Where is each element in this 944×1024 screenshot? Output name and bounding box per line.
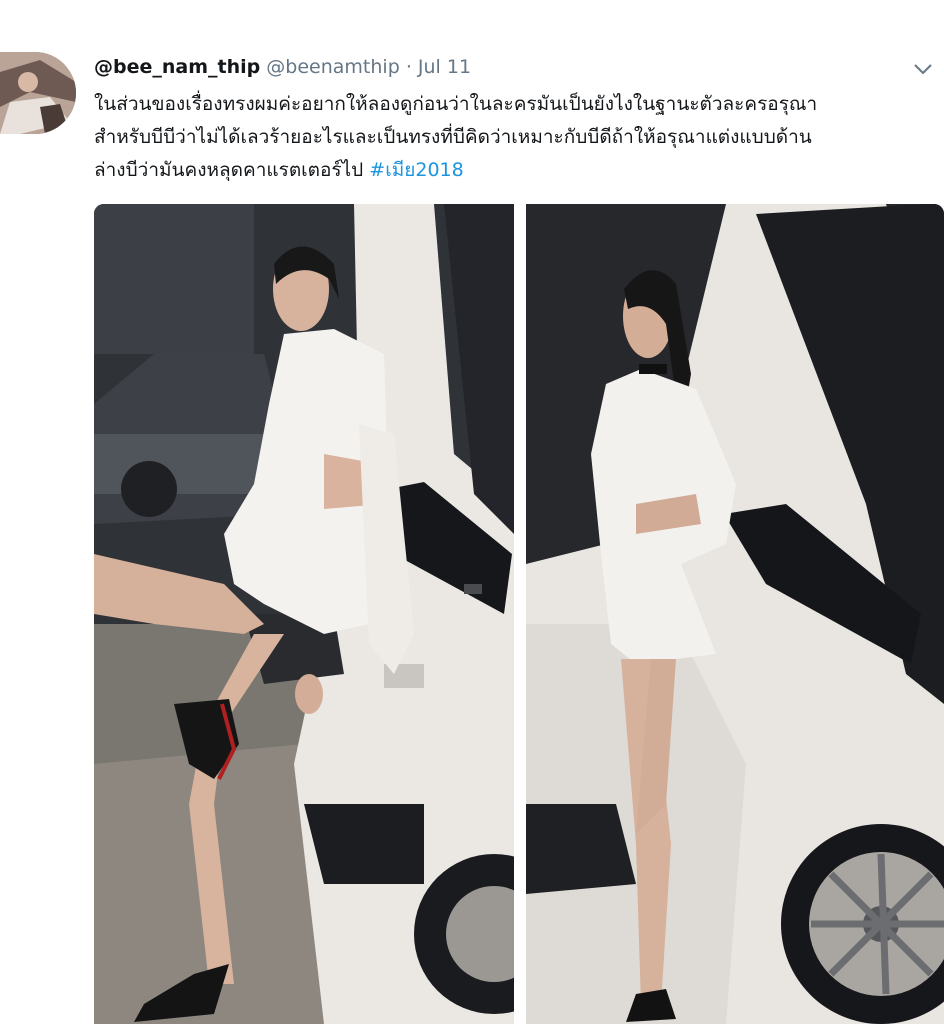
- tweet-photo[interactable]: [94, 204, 514, 1024]
- separator: ·: [405, 56, 412, 78]
- tweet-text-line: สำหรับบีบีว่าไม่ได้เลวร้ายอะไรและเป็นทรง…: [94, 126, 812, 148]
- user-handle[interactable]: @beenamthip: [266, 56, 399, 78]
- avatar[interactable]: [0, 52, 76, 134]
- tweet-text-segment: ล่างบีว่ามันคงหลุดคาแรตเตอร์ไป: [94, 159, 370, 181]
- display-name[interactable]: @bee_nam_thip: [94, 56, 260, 78]
- hashtag-link[interactable]: #เมีย2018: [369, 159, 463, 181]
- chevron-down-icon[interactable]: [912, 60, 934, 78]
- tweet-media: [94, 204, 944, 1024]
- tweet-date[interactable]: Jul 11: [418, 56, 471, 78]
- tweet-header: @bee_nam_thip @beenamthip · Jul 11: [94, 54, 471, 80]
- tweet-text-line: ล่างบีว่ามันคงหลุดคาแรตเตอร์ไป #เมีย2018: [94, 154, 940, 187]
- tweet-photo[interactable]: [526, 204, 944, 1024]
- tweet-text: ในส่วนของเรื่องทรงผมค่ะอยากให้ลองดูก่อนว…: [94, 88, 940, 187]
- tweet-text-line: ในส่วนของเรื่องทรงผมค่ะอยากให้ลองดูก่อนว…: [94, 93, 818, 115]
